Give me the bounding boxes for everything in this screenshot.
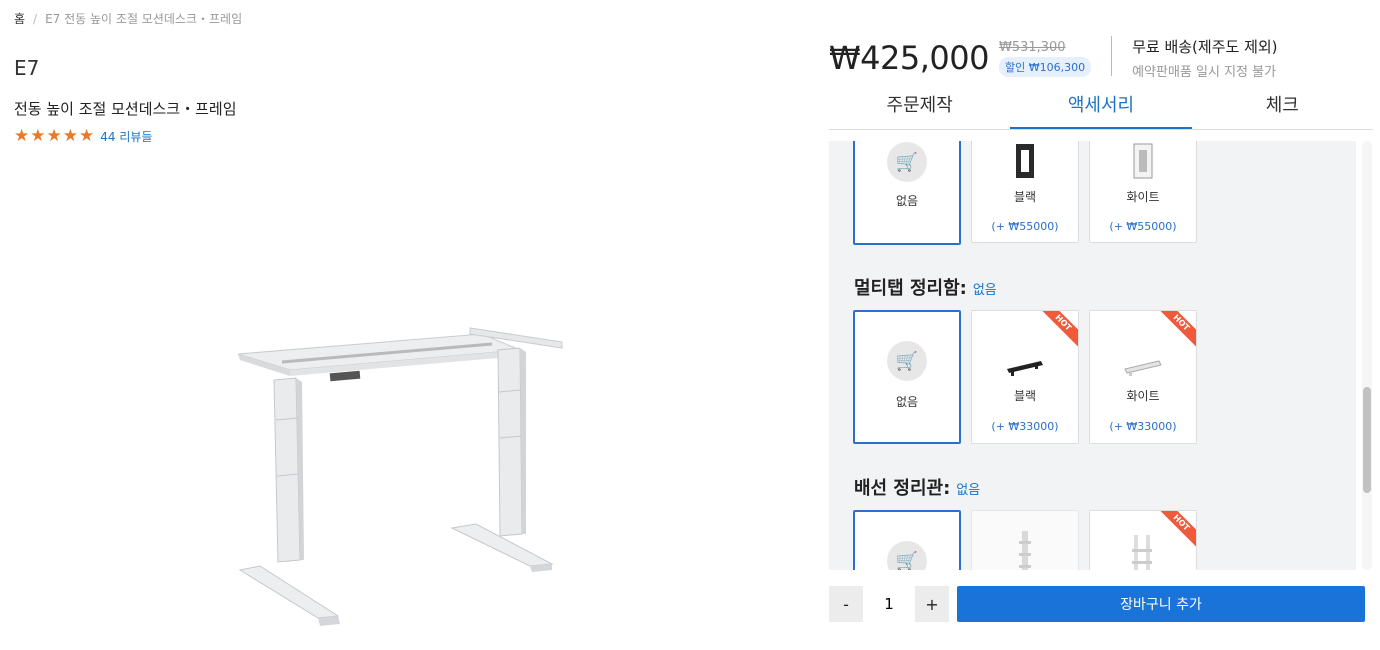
accessories-panel: 🛒 없음 블랙 (+ ₩55000) 화이트 (+ ₩55000) 멀티탭 정리… xyxy=(829,141,1356,570)
shipping-note: 예약판매품 일시 지정 불가 xyxy=(1132,65,1277,80)
option-name: 화이트 xyxy=(1126,190,1160,204)
option-name: 없음 xyxy=(895,395,919,409)
hot-badge: HOT xyxy=(1152,511,1196,552)
breadcrumb: 홈 / E7 전동 높이 조절 모션데스크・프레임 xyxy=(14,10,242,27)
tab-check[interactable]: 체크 xyxy=(1192,84,1373,129)
option-price: (+ ₩33000) xyxy=(1109,420,1177,433)
tab-accessories[interactable]: 액세서리 xyxy=(1010,84,1192,129)
power-strip-tray-black-icon xyxy=(1007,361,1043,376)
star-icon: ★ xyxy=(30,126,46,146)
option-card-cable-spine[interactable] xyxy=(971,510,1079,570)
section-title-cable-spine: 배선 정리관: 없음 xyxy=(854,474,980,500)
option-card-black[interactable]: 블랙 (+ ₩55000) xyxy=(971,141,1079,243)
star-icon: ★ xyxy=(46,126,62,146)
original-price: ₩531,300 xyxy=(998,40,1066,55)
reviews-link[interactable]: 44 리뷰들 xyxy=(100,128,152,145)
star-rating: ★ ★ ★ ★ ★ xyxy=(14,128,94,145)
cable-spine-icon xyxy=(1019,531,1031,570)
star-icon: ★ xyxy=(79,126,95,146)
section-selected-value: 없음 xyxy=(956,483,981,498)
section-title-power-strip-box: 멀티탭 정리함: 없음 xyxy=(854,274,997,300)
quantity-increase-button[interactable]: + xyxy=(915,586,949,622)
option-name: 블랙 xyxy=(1013,389,1037,403)
power-strip-tray-white-icon xyxy=(1124,360,1162,376)
cart-icon: 🛒 xyxy=(887,341,927,381)
option-tabs: 주문제작 액세서리 체크 xyxy=(829,84,1373,130)
option-card-black[interactable]: HOT 블랙 (+ ₩33000) xyxy=(971,310,1079,444)
star-icon: ★ xyxy=(14,126,30,146)
rating: ★ ★ ★ ★ ★ 44 리뷰들 xyxy=(14,128,152,145)
hot-badge: HOT xyxy=(1034,311,1078,352)
cart-icon: 🛒 xyxy=(887,142,927,182)
option-card-none[interactable]: 🛒 없음 xyxy=(853,310,961,444)
add-to-cart-button[interactable]: 장바구니 추가 xyxy=(957,586,1365,622)
shipping-info: 무료 배송(제주도 제외) 예약판매품 일시 지정 불가 xyxy=(1132,36,1277,80)
option-price: (+ ₩33000) xyxy=(991,420,1059,433)
breadcrumb-home-link[interactable]: 홈 xyxy=(14,10,25,27)
section-title-text: 멀티탭 정리함: xyxy=(854,278,967,299)
section-selected-value: 없음 xyxy=(972,283,997,298)
option-card-white[interactable]: 화이트 (+ ₩55000) xyxy=(1089,141,1197,243)
tab-custom-order[interactable]: 주문제작 xyxy=(829,84,1010,129)
scrollbar-thumb[interactable] xyxy=(1363,387,1371,493)
panel-scrollbar[interactable] xyxy=(1362,141,1372,570)
product-model: E7 xyxy=(14,56,40,80)
option-name: 없음 xyxy=(895,194,919,208)
breadcrumb-separator: / xyxy=(33,11,38,26)
option-price: (+ ₩55000) xyxy=(991,220,1059,233)
star-icon: ★ xyxy=(62,126,78,146)
quantity-decrease-button[interactable]: - xyxy=(829,586,863,622)
option-name: 화이트 xyxy=(1126,389,1160,403)
hot-badge: HOT xyxy=(1152,311,1196,352)
section-title-text: 배선 정리관: xyxy=(854,478,951,499)
price-block: ₩425,000 ₩531,300 할인 ₩106,300 무료 배송(제주도 … xyxy=(829,36,1278,80)
option-card-none[interactable]: 🛒 xyxy=(853,510,961,570)
discount-badge: 할인 ₩106,300 xyxy=(998,57,1092,77)
option-card-cable-spine-white[interactable]: HOT xyxy=(1089,510,1197,570)
option-card-white[interactable]: HOT 화이트 (+ ₩33000) xyxy=(1089,310,1197,444)
quantity-stepper: - + xyxy=(829,586,949,622)
cart-icon: 🛒 xyxy=(887,541,927,570)
price-meta: ₩531,300 할인 ₩106,300 xyxy=(998,40,1092,77)
cable-box-white-icon xyxy=(1133,143,1153,179)
price: ₩425,000 xyxy=(829,39,989,77)
product-image xyxy=(237,327,563,626)
option-card-none[interactable]: 🛒 없음 xyxy=(853,141,961,245)
shipping-main: 무료 배송(제주도 제외) xyxy=(1132,38,1278,56)
divider xyxy=(1111,36,1113,76)
cable-box-black-icon xyxy=(1016,144,1034,178)
option-price: (+ ₩55000) xyxy=(1109,220,1177,233)
cable-spine-white-icon xyxy=(1132,535,1152,570)
breadcrumb-current: E7 전동 높이 조절 모션데스크・프레임 xyxy=(45,12,243,26)
product-title: 전동 높이 조절 모션데스크・프레임 xyxy=(14,100,237,118)
option-name: 블랙 xyxy=(1013,190,1037,204)
quantity-input[interactable] xyxy=(863,586,915,622)
